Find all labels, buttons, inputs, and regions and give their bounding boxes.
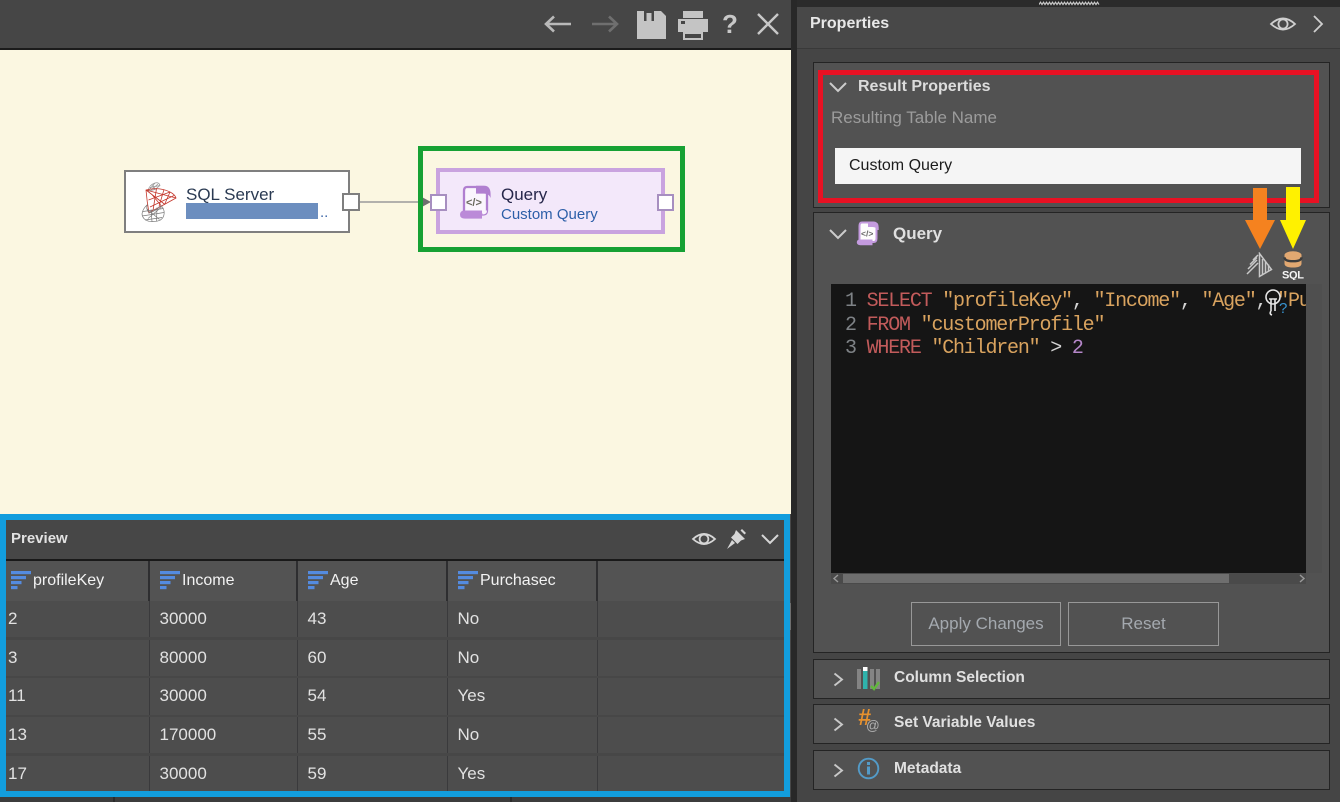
svg-text:</>: </> (861, 229, 873, 239)
svg-text:?: ? (722, 9, 738, 39)
svg-text:SQL: SQL (1282, 270, 1304, 281)
svg-text:?: ? (1279, 300, 1287, 317)
svg-text:</>: </> (466, 197, 482, 209)
